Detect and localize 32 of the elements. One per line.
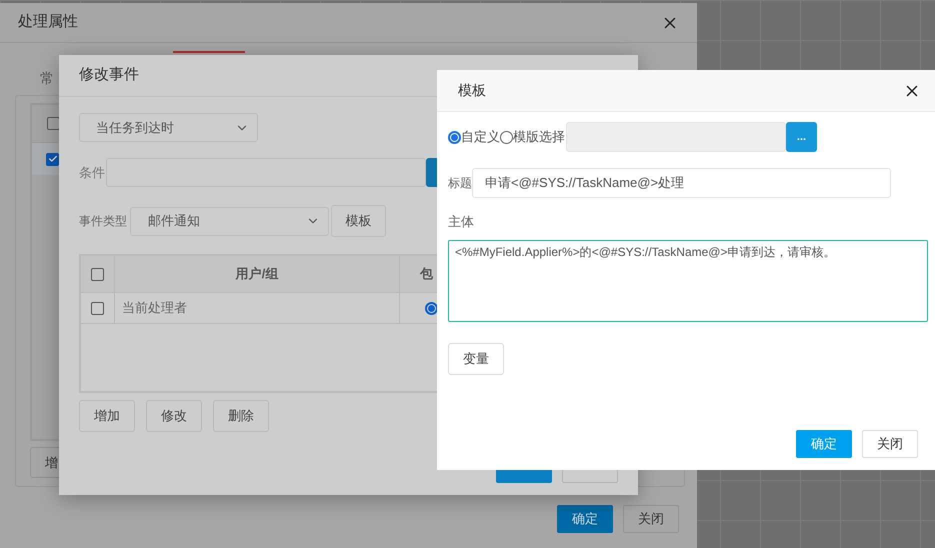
checkbox[interactable] [91,302,104,314]
variable-button[interactable]: 变量 [448,342,504,374]
dialog-title: 修改事件 [79,65,139,86]
checkbox[interactable] [91,268,104,280]
column-header: 用户/组 [236,265,278,284]
field-label: 主体 [448,213,474,231]
radio-button[interactable] [448,130,461,144]
trigger-select[interactable]: 当任务到达时 [79,113,258,142]
body-field[interactable]: <%#MyField.Applier%>的<@#SYS://TaskName@>申请到达，请审核。 [448,240,928,322]
action-button[interactable]: 修改 [146,400,202,432]
subject-field[interactable]: 申请<@#SYS://TaskName@>处理 [472,168,891,198]
table-cell-text: 当前处理者 [122,299,187,318]
close-button[interactable]: 关闭 [623,505,679,533]
template-button[interactable]: 模板 [331,205,386,237]
checkbox[interactable] [46,152,59,166]
action-button[interactable]: 增加 [79,400,135,432]
action-button[interactable]: 删除 [213,400,269,432]
template-field[interactable] [566,122,786,152]
event-type-select[interactable]: 邮件通知 [130,206,329,236]
ok-button[interactable]: 确定 [557,505,613,533]
dialog-title: 处理属性 [18,12,78,32]
radio-label: 模版选择 [513,128,565,146]
dialog-title: 模板 [458,81,486,100]
radio-label: 自定义 [461,128,500,146]
close-button[interactable]: 关闭 [862,430,918,458]
field-label: 条件 [79,164,106,182]
column-header: 包 [420,265,433,284]
browse-button[interactable]: ... [786,122,817,152]
field-label: 事件类型 [79,213,128,230]
field-label: 标题 [448,175,472,192]
condition-field[interactable] [106,158,426,187]
radio-button[interactable] [500,130,513,144]
